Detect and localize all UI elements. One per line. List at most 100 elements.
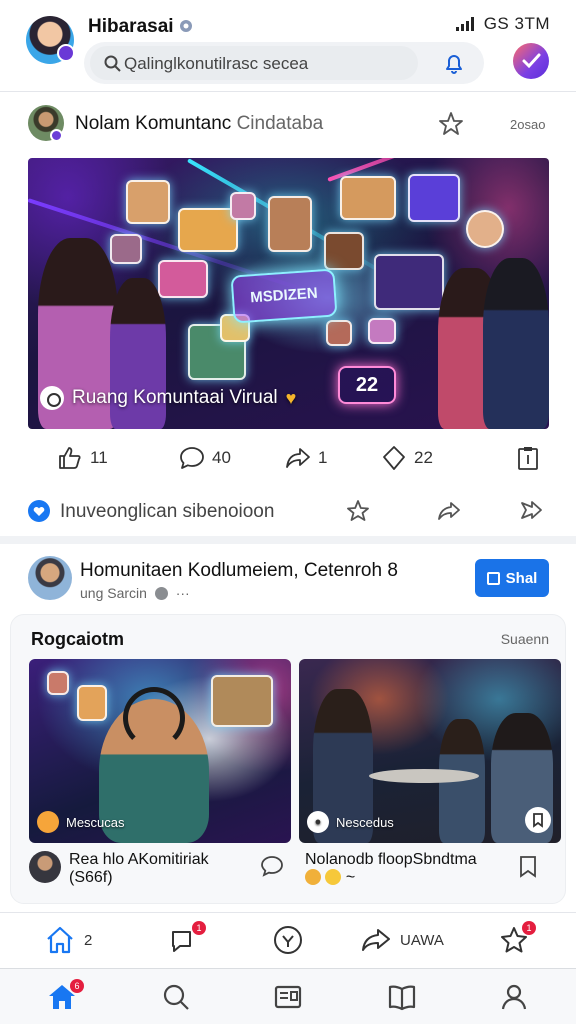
card-caption[interactable]: Nolanodb floopSbndtma ~ xyxy=(305,851,477,887)
person-silhouette xyxy=(483,258,549,429)
post-time: 2osao xyxy=(510,117,546,132)
book-icon xyxy=(388,985,416,1011)
headphones-icon xyxy=(123,687,185,749)
nav-library[interactable] xyxy=(386,981,420,1015)
join-label: Shal xyxy=(505,569,538,587)
profile-icon xyxy=(501,984,527,1010)
home-action[interactable]: 2 xyxy=(44,923,92,957)
video-tile xyxy=(368,318,396,344)
send-icon[interactable] xyxy=(518,498,544,524)
bottom-nav: 6 xyxy=(0,968,576,1024)
neon-sign: MSDIZEN xyxy=(230,268,338,324)
card-icon xyxy=(37,811,59,833)
search-input[interactable]: Qalinglkonutilrasc secea xyxy=(90,46,418,80)
video-tile xyxy=(374,254,444,310)
community-avatar[interactable] xyxy=(28,556,72,600)
video-tile xyxy=(126,180,170,224)
star-icon[interactable] xyxy=(438,111,464,137)
suggestions-title: Rogcaiotm xyxy=(31,629,125,649)
community-subtitle: ung Sarcin ··· xyxy=(80,585,190,601)
related-text[interactable]: Inuveonglican sibenoioon xyxy=(60,501,274,523)
action-bar: 2 1 UAWA 1 xyxy=(0,912,576,966)
newspaper-icon xyxy=(274,985,302,1009)
verified-menu-button[interactable] xyxy=(513,43,549,79)
status-bar: GS 3TM xyxy=(455,14,550,34)
community-row: Homunitaen Kodlumeiem, Cetenroh 8 ung Sa… xyxy=(0,550,576,608)
card-caption[interactable]: Rea hlo AKomitiriak (S66f) xyxy=(69,851,209,887)
video-tile xyxy=(211,675,273,727)
post-header: Nolam Komuntanc Cindataba 2osao xyxy=(0,100,576,146)
search-bar: Qalinglkonutilrasc secea xyxy=(84,42,484,84)
star-badge: 1 xyxy=(522,921,536,935)
community-name-text: Homunitaen Kodlumeiem, Cetenroh xyxy=(80,560,383,581)
chat-action[interactable]: 1 xyxy=(168,921,206,957)
share-button[interactable]: 1 xyxy=(284,440,327,476)
section-divider xyxy=(0,536,576,544)
save-reaction-button[interactable]: 22 xyxy=(380,440,433,476)
puzzle-icon xyxy=(383,446,405,470)
caption-avatar[interactable] xyxy=(29,851,61,883)
suggestion-card[interactable]: ● Nescedus xyxy=(299,659,561,843)
share-action[interactable]: UAWA xyxy=(360,923,444,957)
post-author-name[interactable]: Nolam Komuntanc Cindataba xyxy=(75,113,323,135)
post-author-suffix: Cindataba xyxy=(236,113,324,134)
video-tile xyxy=(77,685,107,721)
video-tile xyxy=(466,210,504,248)
star-action[interactable]: 1 xyxy=(498,921,536,957)
join-icon xyxy=(486,571,500,585)
like-button[interactable]: 11 xyxy=(56,440,108,476)
search-icon xyxy=(163,984,189,1010)
comment-button[interactable]: 40 xyxy=(178,440,231,476)
card-caption-title: Rea hlo AKomitiriak xyxy=(69,851,209,868)
chat-badge: 1 xyxy=(192,921,206,935)
bookmark-icon[interactable] xyxy=(515,853,541,879)
card-save-button[interactable] xyxy=(525,807,551,833)
card-caption-sub: (S66f) xyxy=(69,869,113,886)
share-count: 1 xyxy=(318,448,328,467)
neon-number-badge: 22 xyxy=(338,366,396,404)
community-name[interactable]: Homunitaen Kodlumeiem, Cetenroh 8 xyxy=(80,560,398,582)
signal-icon xyxy=(455,17,474,31)
nav-search[interactable] xyxy=(160,981,194,1015)
card-label-text: Nescedus xyxy=(336,814,394,830)
emoji-circle-icon xyxy=(274,926,302,954)
home-count: 2 xyxy=(84,931,93,949)
clipboard-icon xyxy=(518,447,538,470)
card-caption-extra: ~ xyxy=(345,869,356,886)
suggestions-see-all[interactable]: Suaenn xyxy=(501,631,549,647)
reaction-bar: 11 40 1 22 xyxy=(0,440,576,476)
suggestions-card: Rogcaiotm Suaenn Mescucas ● Nescedus Rea… xyxy=(10,614,566,904)
share-arrow-icon xyxy=(286,448,310,468)
nav-news[interactable] xyxy=(272,981,306,1015)
nav-home[interactable]: 6 xyxy=(46,979,84,1015)
video-tile xyxy=(268,196,312,252)
thumbs-up-icon xyxy=(59,447,81,469)
table-shape xyxy=(369,769,479,783)
comment-icon[interactable] xyxy=(259,853,285,879)
video-tile xyxy=(324,232,364,270)
bookmark-button[interactable] xyxy=(514,440,542,476)
suggestion-card[interactable]: Mescucas xyxy=(29,659,291,843)
card-label: ● Nescedus xyxy=(307,811,394,833)
status-text: GS 3TM xyxy=(483,14,550,33)
reaction-action[interactable] xyxy=(272,923,304,957)
heart-icon: ♥ xyxy=(285,387,297,408)
post-image[interactable]: MSDIZEN 22 Ruang Komuntaai Virual ♥ xyxy=(28,158,549,429)
caption-text: Ruang Komuntaai Virual xyxy=(72,387,278,408)
share-icon xyxy=(362,929,390,951)
join-button[interactable]: Shal xyxy=(475,559,549,597)
notification-bell-icon[interactable] xyxy=(442,51,466,75)
card-caption-sub: ~ xyxy=(305,869,477,887)
more-dots[interactable]: ··· xyxy=(176,585,190,601)
emoji-icon xyxy=(325,869,342,885)
card-label: Mescucas xyxy=(37,811,125,833)
community-name-suffix: 8 xyxy=(387,560,398,581)
forward-icon[interactable] xyxy=(436,498,462,524)
star-outline-icon[interactable] xyxy=(345,498,371,524)
video-tile xyxy=(326,320,352,346)
location-pin-icon xyxy=(40,386,64,410)
nav-profile[interactable] xyxy=(498,981,532,1015)
author-badge xyxy=(50,129,63,142)
app-title: Hibarasai xyxy=(88,16,174,37)
gear-icon[interactable] xyxy=(178,18,194,34)
